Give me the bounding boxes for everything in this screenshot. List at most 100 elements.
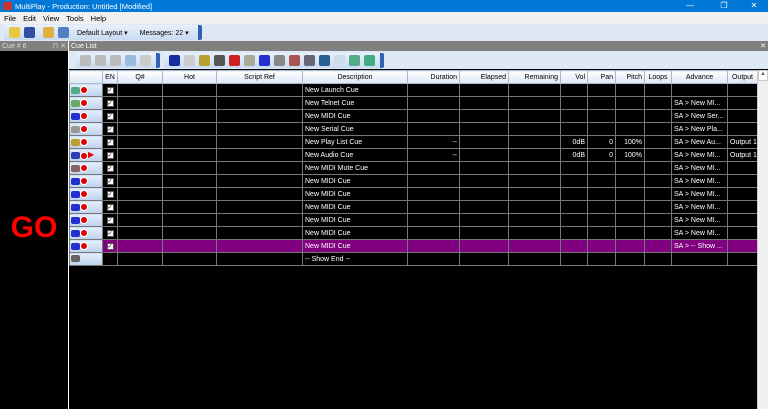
enabled-checkbox[interactable]: ✓ [102, 122, 118, 136]
scriptref-cell [216, 161, 303, 175]
enabled-checkbox[interactable]: ✓ [102, 148, 118, 162]
enabled-checkbox[interactable]: ✓ [102, 200, 118, 214]
duration-cell [407, 226, 460, 240]
panel-close-icon[interactable]: ✕ [760, 42, 766, 50]
scroll-up-arrow[interactable]: ▲ [758, 70, 768, 81]
add-wait-cue-icon[interactable] [229, 54, 240, 66]
cue-row[interactable]: ✓ New Play List Cue -- 0dB 0 100% SA > New Au.… [69, 135, 758, 149]
duration-cell [407, 200, 460, 214]
go-button-small-icon[interactable] [110, 54, 121, 66]
maximize-button[interactable]: ❐ [710, 0, 738, 12]
cue-row[interactable]: -- Show End -- [69, 252, 758, 266]
stop-all-icon[interactable] [80, 54, 91, 66]
column-header[interactable]: Q# [117, 70, 163, 84]
pan-cell [587, 109, 616, 123]
layout-dropdown[interactable]: Default Layout ▾ [77, 29, 128, 37]
column-header[interactable]: Pitch [615, 70, 645, 84]
add-midi-mute-cue-icon[interactable] [289, 54, 300, 66]
cue-row[interactable]: ✓ New Launch Cue [69, 83, 758, 97]
add-telnet-cue-icon[interactable] [334, 54, 345, 66]
cue-row[interactable]: ▶ ✓ New Audio Cue -- 0dB 0 100% SA > New MI... O… [69, 148, 758, 162]
column-header[interactable]: Duration [407, 70, 460, 84]
add-mixer-cue-icon[interactable] [304, 54, 315, 66]
loops-cell [644, 226, 672, 240]
preview-icon[interactable] [125, 54, 136, 66]
column-header[interactable]: Pan [587, 70, 616, 84]
enabled-checkbox[interactable]: ✓ [102, 213, 118, 227]
menu-help[interactable]: Help [91, 14, 106, 23]
close-button[interactable]: ✕ [740, 0, 768, 12]
column-header[interactable]: Elapsed [459, 70, 509, 84]
go-button[interactable]: GO [0, 211, 68, 245]
remaining-cell [508, 96, 561, 110]
cue-row[interactable]: ✓ New MIDI Cue SA > New MI... [69, 213, 758, 227]
enabled-checkbox[interactable]: ✓ [102, 96, 118, 110]
column-header[interactable]: Advance [671, 70, 728, 84]
column-header[interactable]: Hot [162, 70, 217, 84]
cue-row[interactable]: ✓ New Serial Cue SA > New Pla... [69, 122, 758, 136]
pan-cell: 0 [587, 135, 616, 149]
cue-row[interactable]: ✓ New MIDI Cue SA > New MI... [69, 187, 758, 201]
add-video-cue-icon[interactable] [184, 54, 195, 66]
column-header[interactable]: Loops [644, 70, 672, 84]
cue-row[interactable]: ✓ New MIDI Cue SA > New MI... [69, 226, 758, 240]
enabled-checkbox[interactable]: ✓ [102, 135, 118, 149]
column-header[interactable]: EN [102, 70, 118, 84]
menu-edit[interactable]: Edit [23, 14, 36, 23]
column-header[interactable] [69, 70, 103, 84]
add-launch-cue-icon[interactable] [349, 54, 360, 66]
error-icon [80, 190, 88, 198]
enabled-checkbox[interactable]: ✓ [102, 187, 118, 201]
cue-row[interactable]: ✓ New Telnet Cue SA > New MI... [69, 96, 758, 110]
menu-tools[interactable]: Tools [66, 14, 84, 23]
cue-row[interactable]: ✓ New MIDI Cue SA > New Ser... [69, 109, 758, 123]
add-playlist-cue-icon[interactable] [199, 54, 210, 66]
add-group-cue-icon[interactable] [214, 54, 225, 66]
column-header[interactable]: Vol [560, 70, 588, 84]
column-header[interactable]: Remaining [508, 70, 561, 84]
pin-icon[interactable]: ⊓ [53, 43, 58, 50]
align-icon[interactable] [140, 54, 151, 66]
fade-all-icon[interactable] [95, 54, 106, 66]
menu-view[interactable]: View [43, 14, 59, 23]
advance-cell: SA > New MI... [671, 174, 728, 188]
column-header[interactable]: Description [302, 70, 408, 84]
cue-row[interactable]: ✓ New MIDI Mute Cue SA > New MI... [69, 161, 758, 175]
enabled-checkbox[interactable]: ✓ [102, 161, 118, 175]
cue-row[interactable]: ✓ New MIDI Cue SA > New MI... [69, 200, 758, 214]
column-header[interactable]: Output [727, 70, 758, 84]
error-icon [80, 203, 88, 211]
vertical-scrollbar[interactable]: ▲ [757, 70, 768, 409]
toolbar-grip[interactable] [197, 25, 202, 40]
enabled-checkbox[interactable]: ✓ [102, 83, 118, 97]
menu-file[interactable]: File [4, 14, 16, 23]
remaining-cell [508, 174, 561, 188]
add-film-cue-icon[interactable] [319, 54, 330, 66]
save-icon[interactable] [24, 27, 35, 38]
error-icon [80, 151, 88, 160]
column-header[interactable]: Script Ref [216, 70, 303, 84]
add-stop-cue-icon[interactable] [274, 54, 285, 66]
enabled-checkbox[interactable]: ✓ [102, 174, 118, 188]
advance-cell: SA > New Pla... [671, 122, 728, 136]
add-serial-cue-icon[interactable] [244, 54, 255, 66]
minimize-button[interactable]: — [676, 0, 704, 12]
panel-close-icon[interactable]: ✕ [60, 43, 66, 50]
add-goto-cue-icon[interactable] [364, 54, 375, 66]
new-icon[interactable] [9, 27, 20, 38]
messages-dropdown[interactable]: Messages: 22 ▾ [140, 29, 189, 37]
cue-toolbar [69, 51, 768, 69]
add-audio-cue-icon[interactable] [169, 54, 180, 66]
enabled-checkbox[interactable]: ✓ [102, 109, 118, 123]
add-midi-cue-icon[interactable] [259, 54, 270, 66]
advance-cell: SA > New MI... [671, 213, 728, 227]
enabled-checkbox[interactable]: ✓ [102, 226, 118, 240]
panel-title: Cue List [71, 42, 97, 50]
open-icon[interactable] [43, 27, 54, 38]
cue-row[interactable]: ✓ New MIDI Cue SA > New MI... [69, 174, 758, 188]
pitch-cell [615, 83, 645, 97]
cue-row[interactable]: ✓ New MIDI Cue SA > -- Show ... [69, 239, 758, 253]
settings-wrench-icon[interactable] [58, 27, 69, 38]
enabled-checkbox[interactable]: ✓ [102, 239, 118, 253]
loops-cell [644, 161, 672, 175]
